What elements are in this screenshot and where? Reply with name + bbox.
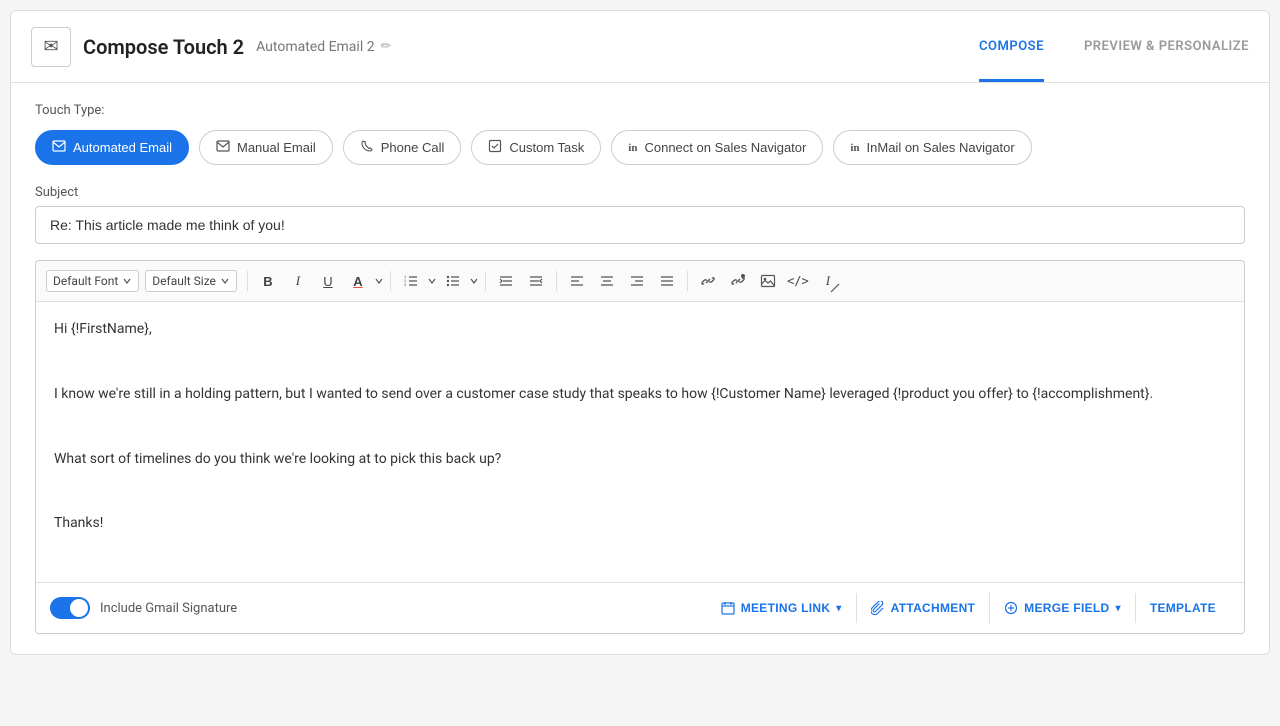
- align-left-button[interactable]: [563, 267, 591, 295]
- align-right-button[interactable]: [623, 267, 651, 295]
- editor-line-4: [54, 415, 1226, 437]
- body-content: Touch Type: Automated Email: [11, 83, 1269, 654]
- edit-icon[interactable]: ✏: [381, 39, 392, 54]
- editor-line-2: [54, 350, 1226, 372]
- editor-line-3: I know we're still in a holding pattern,…: [54, 383, 1226, 405]
- align-justify-button[interactable]: [653, 267, 681, 295]
- touch-name: Automated Email 2: [256, 39, 374, 55]
- manual-email-icon: [216, 139, 230, 156]
- btn-phone-call[interactable]: Phone Call: [343, 130, 462, 165]
- indent-left-button[interactable]: [492, 267, 520, 295]
- ordered-list-chevron[interactable]: [427, 273, 437, 289]
- compose-icon: ✉: [31, 27, 71, 67]
- italic-button[interactable]: I: [284, 267, 312, 295]
- header-left: ✉ Compose Touch 2 Automated Email 2 ✏: [31, 27, 391, 67]
- header-nav: COMPOSE PREVIEW & PERSONALIZE: [979, 11, 1249, 82]
- special-link-button[interactable]: [724, 267, 752, 295]
- custom-task-label: Custom Task: [509, 140, 584, 155]
- connect-sales-nav-label: Connect on Sales Navigator: [644, 140, 806, 155]
- align-center-button[interactable]: [593, 267, 621, 295]
- toolbar-sep-2: [390, 271, 391, 291]
- touch-type-label: Touch Type:: [35, 103, 1245, 118]
- tab-compose[interactable]: COMPOSE: [979, 11, 1044, 82]
- gmail-signature-toggle[interactable]: [50, 597, 90, 619]
- footer-left: Include Gmail Signature: [50, 597, 237, 619]
- underline-button[interactable]: U: [314, 267, 342, 295]
- btn-connect-sales-nav[interactable]: in Connect on Sales Navigator: [611, 130, 823, 165]
- meeting-link-chevron: ▾: [836, 603, 841, 614]
- font-color-button[interactable]: A: [344, 267, 372, 295]
- editor-line-1: Hi {!FirstName},: [54, 318, 1226, 340]
- link-button[interactable]: [694, 267, 722, 295]
- linkedin-inmail-icon: in: [850, 142, 859, 154]
- editor-line-5: What sort of timelines do you think we'r…: [54, 448, 1226, 470]
- btn-custom-task[interactable]: Custom Task: [471, 130, 601, 165]
- font-size-select[interactable]: Default Size: [145, 270, 237, 292]
- btn-automated-email[interactable]: Automated Email: [35, 130, 189, 165]
- editor-toolbar: Default Font Default Size B I U A 123: [36, 261, 1244, 302]
- manual-email-label: Manual Email: [237, 140, 316, 155]
- template-button[interactable]: TEMPLATE: [1135, 593, 1230, 623]
- editor-line-7: Thanks!: [54, 512, 1226, 534]
- font-color-chevron[interactable]: [374, 273, 384, 289]
- automated-email-label: Automated Email: [73, 140, 172, 155]
- unordered-list-chevron[interactable]: [469, 273, 479, 289]
- attachment-button[interactable]: ATTACHMENT: [856, 593, 990, 623]
- merge-field-chevron: ▾: [1115, 603, 1120, 614]
- bold-button[interactable]: B: [254, 267, 282, 295]
- svg-text:3: 3: [404, 282, 407, 287]
- phone-call-label: Phone Call: [381, 140, 445, 155]
- btn-manual-email[interactable]: Manual Email: [199, 130, 333, 165]
- ordered-list-button[interactable]: 123: [397, 267, 425, 295]
- editor-container: Default Font Default Size B I U A 123: [35, 260, 1245, 634]
- code-button[interactable]: </>: [784, 267, 812, 295]
- subject-label: Subject: [35, 185, 1245, 200]
- toolbar-sep-4: [556, 271, 557, 291]
- custom-task-icon: [488, 139, 502, 156]
- clear-format-button[interactable]: I: [814, 267, 842, 295]
- footer-right: MEETING LINK ▾ ATTACHMENT MERGE FIELD ▾ …: [707, 593, 1230, 623]
- image-button[interactable]: [754, 267, 782, 295]
- header: ✉ Compose Touch 2 Automated Email 2 ✏ CO…: [11, 11, 1269, 83]
- linkedin-connect-icon: in: [628, 142, 637, 154]
- editor-body[interactable]: Hi {!FirstName}, I know we're still in a…: [36, 302, 1244, 582]
- calendar-icon: [721, 601, 735, 615]
- subject-input[interactable]: [35, 206, 1245, 244]
- meeting-link-button[interactable]: MEETING LINK ▾: [707, 593, 856, 623]
- merge-field-button[interactable]: MERGE FIELD ▾: [989, 593, 1135, 623]
- touch-type-options: Automated Email Manual Email Phone: [35, 130, 1245, 165]
- unordered-list-button[interactable]: [439, 267, 467, 295]
- font-family-select[interactable]: Default Font: [46, 270, 139, 292]
- header-subtitle: Automated Email 2 ✏: [256, 39, 391, 55]
- main-container: ✉ Compose Touch 2 Automated Email 2 ✏ CO…: [10, 10, 1270, 655]
- email-icon: ✉: [43, 36, 58, 57]
- toolbar-sep-3: [485, 271, 486, 291]
- tab-preview[interactable]: PREVIEW & PERSONALIZE: [1084, 11, 1249, 82]
- merge-field-icon: [1004, 601, 1018, 615]
- indent-right-button[interactable]: [522, 267, 550, 295]
- automated-email-icon: [52, 139, 66, 156]
- attachment-icon: [871, 601, 885, 615]
- editor-footer: Include Gmail Signature MEETING LINK ▾ A…: [36, 582, 1244, 633]
- subject-section: Subject: [35, 185, 1245, 244]
- signature-label: Include Gmail Signature: [100, 601, 237, 616]
- phone-icon: [360, 139, 374, 156]
- inmail-sales-nav-label: InMail on Sales Navigator: [867, 140, 1015, 155]
- toolbar-sep-1: [247, 271, 248, 291]
- editor-line-6: [54, 480, 1226, 502]
- btn-inmail-sales-nav[interactable]: in InMail on Sales Navigator: [833, 130, 1031, 165]
- page-title: Compose Touch 2: [83, 35, 244, 59]
- toolbar-sep-5: [687, 271, 688, 291]
